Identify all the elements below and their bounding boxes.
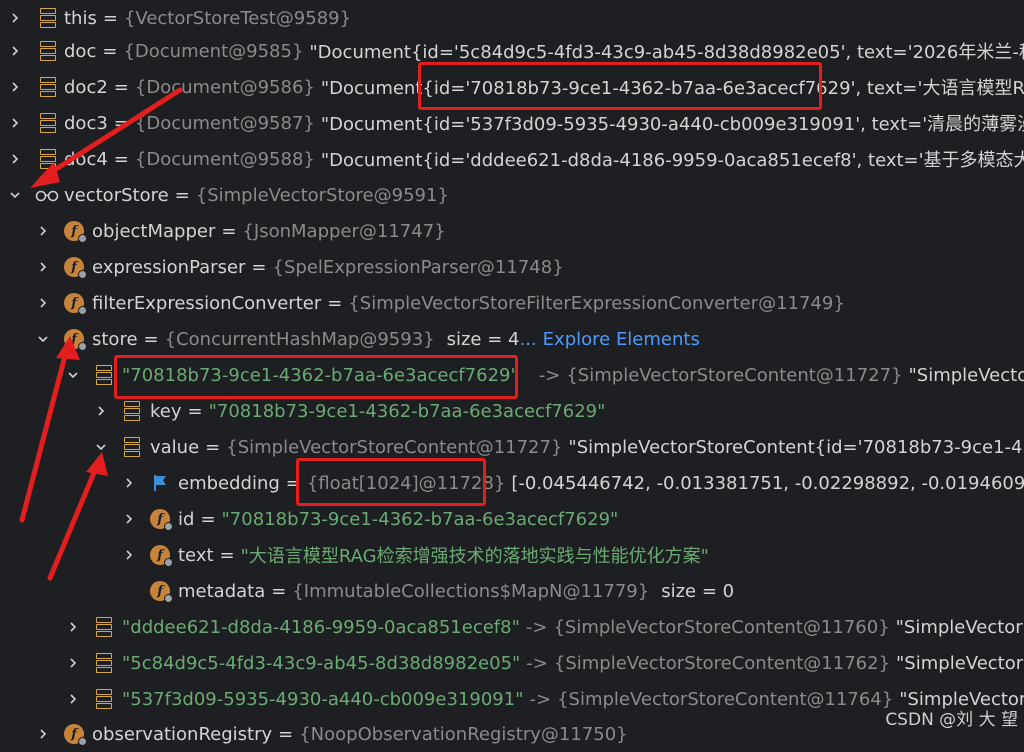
annotation-arrow — [19, 349, 69, 523]
annotation-arrowhead — [86, 452, 108, 476]
annotation-arrowhead — [56, 336, 80, 360]
watermark: CSDN @刘 大 望 — [885, 710, 1018, 730]
annotation-arrow — [39, 87, 183, 181]
annotation-arrows — [19, 87, 183, 581]
annotation-arrowhead — [30, 162, 60, 188]
annotation-arrow — [47, 465, 99, 581]
